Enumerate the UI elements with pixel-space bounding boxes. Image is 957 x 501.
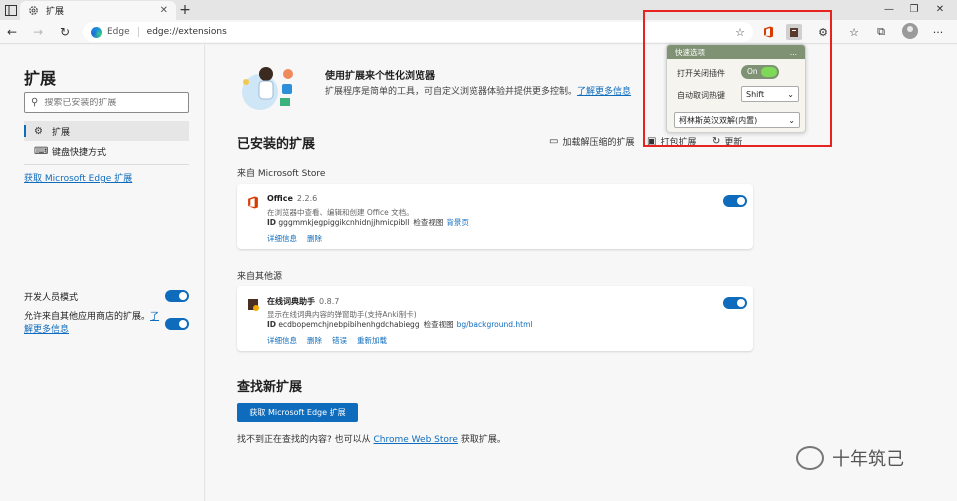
extension-id: ecdbopemchjnebpibihenhgdchabiegg <box>278 320 420 329</box>
extension-id: gggmmkjegpiggikcnhidnjjhmicpibll <box>278 218 410 227</box>
forward-arrow-icon[interactable]: → <box>30 24 46 40</box>
errors-link[interactable]: 错误 <box>332 335 347 346</box>
sidebar: 扩展 ⚲ ⚙ 扩展 ⌨ 键盘快捷方式 获取 Microsoft Edge 扩展 … <box>0 45 205 501</box>
sidebar-item-label: 扩展 <box>52 127 71 138</box>
highlight-box <box>643 10 832 147</box>
favorites-icon[interactable]: ☆ <box>846 24 862 40</box>
extension-id-line: ID ecdbopemchjnebpibihenhgdchabiegg 检查视图 b… <box>267 320 533 329</box>
developer-mode-label: 开发人员模式 <box>24 293 79 303</box>
page-title: 扩展 <box>24 69 57 88</box>
profile-avatar[interactable] <box>902 23 918 39</box>
sidebar-item-extensions[interactable]: ⚙ 扩展 <box>24 121 189 141</box>
new-tab-icon[interactable]: + <box>178 2 192 18</box>
extension-name: 在线词典助手 <box>267 297 315 306</box>
tab-title: 扩展 <box>46 7 65 17</box>
sidebar-item-label: 键盘快捷方式 <box>52 147 107 158</box>
minimize-icon[interactable]: — <box>877 2 901 18</box>
banner-description: 扩展程序是简单的工具，可自定义浏览器体验并提供更多控制。了解更多信息 <box>325 87 632 97</box>
window-close-icon[interactable]: ✕ <box>928 2 952 18</box>
find-text: 找不到正在查找的内容? 也可以从 Chrome Web Store 获取扩展。 <box>237 435 506 445</box>
tab-extensions[interactable]: 扩展 ✕ <box>20 1 176 20</box>
extension-card-dictionary: 在线词典助手 0.8.7 显示在线词典内容的弹窗助手(支持Anki制卡) ID e… <box>237 286 753 351</box>
close-tab-icon[interactable]: ✕ <box>160 5 168 16</box>
address-brand: Edge <box>107 27 130 37</box>
extension-enable-toggle[interactable] <box>723 297 747 309</box>
reload-link[interactable]: 重新加载 <box>357 335 387 346</box>
extension-enable-toggle[interactable] <box>723 195 747 207</box>
details-link[interactable]: 详细信息 <box>267 233 297 244</box>
find-heading: 查找新扩展 <box>237 380 303 395</box>
personalize-illustration <box>242 67 293 110</box>
banner-title: 使用扩展来个性化浏览器 <box>325 71 435 82</box>
remove-link[interactable]: 删除 <box>307 233 322 244</box>
search-box[interactable]: ⚲ <box>24 92 189 113</box>
watermark: 十年筑己 <box>796 445 904 471</box>
get-edge-extensions-button[interactable]: 获取 Microsoft Edge 扩展 <box>237 403 358 422</box>
collections-icon[interactable]: ⧉ <box>873 24 889 40</box>
installed-heading: 已安装的扩展 <box>237 137 316 152</box>
details-link[interactable]: 详细信息 <box>267 335 297 346</box>
store-source-label: 来自 Microsoft Store <box>237 169 326 179</box>
inspect-view-link[interactable]: 背景页 <box>446 218 469 227</box>
refresh-icon[interactable]: ↻ <box>57 24 73 40</box>
remove-link[interactable]: 删除 <box>307 335 322 346</box>
gear-icon: ⚙ <box>34 125 43 137</box>
office-logo-icon <box>248 196 258 209</box>
banner-learn-more-link[interactable]: 了解更多信息 <box>577 87 631 97</box>
get-extensions-link[interactable]: 获取 Microsoft Edge 扩展 <box>24 171 132 184</box>
load-unpacked-icon: ▭ <box>549 136 559 147</box>
wechat-icon <box>796 446 824 470</box>
inspect-view-link[interactable]: bg/background.html <box>457 320 533 329</box>
allow-other-stores-toggle[interactable] <box>165 318 189 330</box>
allow-other-stores-text: 允许来自其他应用商店的扩展。了解更多信息 <box>24 312 160 335</box>
sidebar-item-keyboard-shortcuts[interactable]: ⌨ 键盘快捷方式 <box>24 141 189 161</box>
search-icon: ⚲ <box>31 97 39 108</box>
tab-actions-icon[interactable] <box>3 3 18 17</box>
extension-version: 0.8.7 <box>319 297 340 306</box>
extension-name: Office <box>267 194 293 203</box>
search-input[interactable] <box>44 97 175 108</box>
edge-logo-icon <box>91 26 102 38</box>
more-menu-icon[interactable]: ··· <box>930 24 946 40</box>
extension-actions: 详细信息 删除 <box>267 233 322 244</box>
extension-id-line: ID gggmmkjegpiggikcnhidnjjhmicpibll 检查视图背… <box>267 218 469 227</box>
keyboard-icon: ⌨ <box>34 145 49 157</box>
back-arrow-icon[interactable]: ← <box>4 24 20 40</box>
load-unpacked-button[interactable]: ▭ 加载解压缩的扩展 <box>549 135 634 148</box>
gear-icon <box>28 5 40 17</box>
main-content: 使用扩展来个性化浏览器 扩展程序是简单的工具，可自定义浏览器体验并提供更多控制。… <box>206 45 957 501</box>
maximize-icon[interactable]: ❐ <box>902 2 926 18</box>
extension-actions: 详细信息 删除 错误 重新加载 <box>267 335 387 346</box>
dictionary-logo-icon <box>248 299 259 311</box>
extension-version: 2.2.6 <box>296 194 318 203</box>
other-source-label: 来自其他源 <box>237 272 283 282</box>
extension-card-office: Office 2.2.6 在浏览器中查看、编辑和创建 Office 文档。 ID … <box>237 184 753 249</box>
developer-mode-toggle[interactable] <box>165 290 189 302</box>
chrome-web-store-link[interactable]: Chrome Web Store <box>374 435 458 445</box>
